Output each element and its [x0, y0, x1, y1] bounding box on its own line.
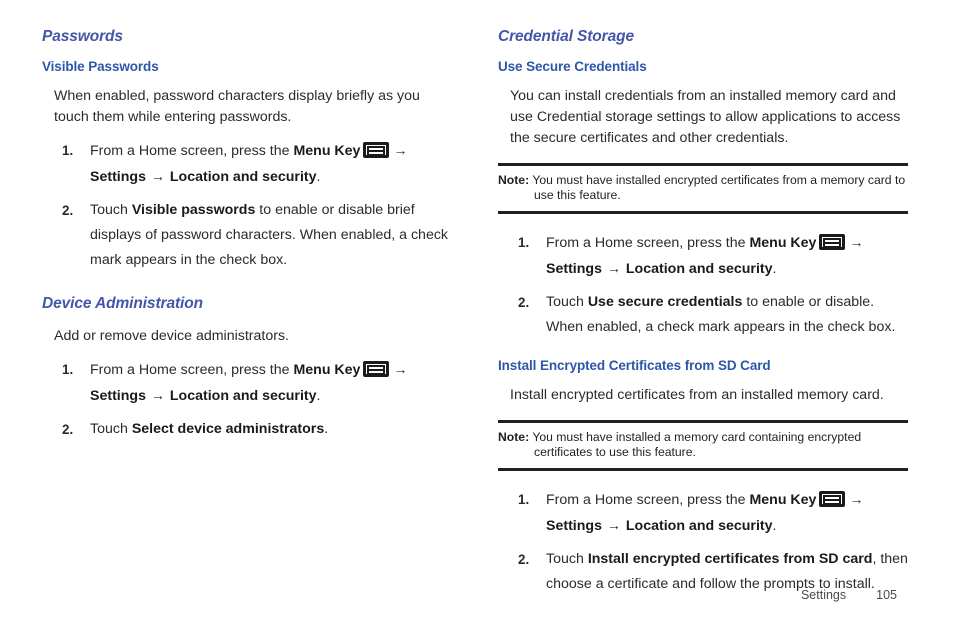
step-bold-menu-key: Menu Key	[293, 362, 361, 378]
step-text-pre: From a Home screen, press the	[90, 143, 294, 159]
page-footer: Settings 105	[801, 588, 897, 602]
note-content: Note: You must have installed a memory c…	[498, 430, 908, 460]
note-label: Note:	[498, 430, 530, 444]
step-number: 1.	[62, 143, 74, 158]
use-secure-credentials-steps: 1. From a Home screen, press the Menu Key…	[498, 230, 908, 340]
subsection-heading-visible-passwords: Visible Passwords	[42, 59, 159, 74]
step-number: 1.	[518, 235, 530, 250]
step-bold-visible-passwords: Visible passwords	[131, 202, 256, 218]
menu-key-icon	[363, 361, 390, 377]
section-heading-credential-storage: Credential Storage	[498, 28, 635, 45]
arrow-icon: →	[606, 517, 621, 533]
step-text-pre: From a Home screen, press the	[546, 235, 750, 251]
step-number: 1.	[62, 362, 74, 377]
note-text: You must have installed encrypted certif…	[532, 173, 906, 202]
right-column: Credential Storage Use Secure Credential…	[498, 28, 908, 605]
note-label: Note:	[498, 173, 530, 187]
step-bold-settings: Settings	[90, 169, 146, 185]
step-text-pre: Touch	[546, 551, 588, 567]
step-bold-location-security: Location and security	[625, 518, 773, 534]
note-content: Note: You must have installed encrypted …	[498, 173, 908, 203]
menu-key-icon	[363, 142, 390, 158]
menu-key-icon	[819, 234, 846, 250]
step-text-pre: Touch	[90, 421, 132, 437]
note-text: You must have installed a memory card co…	[532, 430, 862, 459]
step-bold-menu-key: Menu Key	[749, 492, 817, 508]
step-bold-menu-key: Menu Key	[293, 143, 361, 159]
step-bold-location-security: Location and security	[169, 388, 317, 404]
menu-key-icon	[819, 491, 846, 507]
step-bold-use-secure-credentials: Use secure credentials	[587, 294, 743, 310]
step-number: 2.	[518, 552, 530, 567]
step-text-post: .	[316, 388, 321, 404]
step-bold-settings: Settings	[90, 388, 146, 404]
step-bold-install-encrypted-certificates: Install encrypted certificates from SD c…	[587, 551, 873, 567]
note-box-encrypted-certificates: Note: You must have installed encrypted …	[498, 163, 908, 214]
left-column: Passwords Visible Passwords When enabled…	[42, 28, 452, 605]
step-bold-settings: Settings	[546, 518, 602, 534]
step-text-post: .	[772, 261, 777, 277]
step-text-pre: From a Home screen, press the	[90, 362, 294, 378]
step-item: 2. Touch Visible passwords to enable or d…	[42, 198, 452, 273]
step-number: 1.	[518, 492, 530, 507]
step-bold-location-security: Location and security	[625, 261, 773, 277]
section-heading-device-administration: Device Administration	[42, 295, 203, 312]
step-text-post: .	[324, 421, 329, 437]
step-item: 1. From a Home screen, press the Menu Key…	[42, 357, 452, 409]
step-item: 2. Touch Select device administrators.	[42, 417, 452, 442]
arrow-icon: →	[849, 234, 864, 250]
arrow-icon: →	[150, 387, 165, 403]
footer-page-number: 105	[876, 588, 897, 602]
step-text-pre: From a Home screen, press the	[546, 492, 750, 508]
subsection-heading-install-encrypted-certificates: Install Encrypted Certificates from SD C…	[498, 358, 771, 373]
step-bold-location-security: Location and security	[169, 169, 317, 185]
step-text-pre: Touch	[546, 294, 588, 310]
document-page: Passwords Visible Passwords When enabled…	[0, 0, 954, 636]
step-text-post: .	[316, 169, 321, 185]
step-text-pre: Touch	[90, 202, 132, 218]
page-columns: Passwords Visible Passwords When enabled…	[0, 28, 954, 605]
step-number: 2.	[518, 295, 530, 310]
arrow-icon: →	[393, 361, 408, 377]
step-item: 1. From a Home screen, press the Menu Key…	[498, 487, 908, 539]
step-number: 2.	[62, 422, 74, 437]
step-item: 1. From a Home screen, press the Menu Key…	[42, 138, 452, 190]
arrow-icon: →	[393, 142, 408, 158]
use-secure-credentials-intro: You can install credentials from an inst…	[510, 88, 901, 146]
step-item: 1. From a Home screen, press the Menu Key…	[498, 230, 908, 282]
visible-passwords-intro: When enabled, password characters displa…	[54, 88, 420, 125]
step-bold-menu-key: Menu Key	[749, 235, 817, 251]
step-bold-settings: Settings	[546, 261, 602, 277]
arrow-icon: →	[606, 260, 621, 276]
arrow-icon: →	[150, 168, 165, 184]
step-bold-select-device-administrators: Select device administrators	[131, 421, 325, 437]
section-heading-passwords: Passwords	[42, 28, 123, 45]
footer-section-label: Settings	[800, 588, 847, 602]
step-number: 2.	[62, 203, 74, 218]
step-item: 2. Touch Use secure credentials to enable…	[498, 290, 908, 340]
visible-passwords-steps: 1. From a Home screen, press the Menu Key…	[42, 138, 452, 273]
step-text-post: .	[772, 518, 777, 534]
arrow-icon: →	[849, 491, 864, 507]
subsection-heading-use-secure-credentials: Use Secure Credentials	[498, 59, 647, 74]
install-encrypted-certificates-steps: 1. From a Home screen, press the Menu Key…	[498, 487, 908, 597]
install-encrypted-certificates-intro: Install encrypted certificates from an i…	[510, 387, 884, 403]
note-box-memory-card: Note: You must have installed a memory c…	[498, 420, 908, 471]
device-administration-intro: Add or remove device administrators.	[54, 328, 289, 344]
device-administration-steps: 1. From a Home screen, press the Menu Key…	[42, 357, 452, 442]
